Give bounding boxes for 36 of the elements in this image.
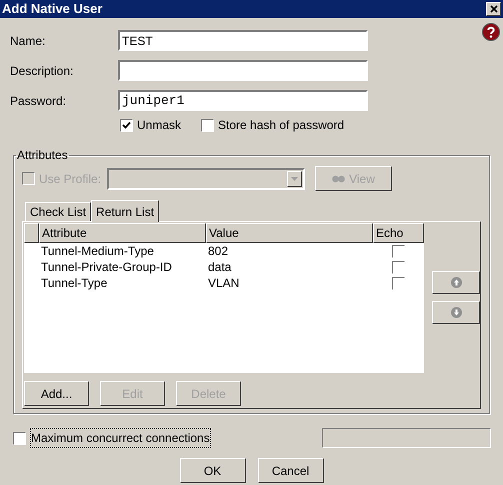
input-field[interactable] — [118, 60, 368, 81]
input-field[interactable]: TEST — [118, 30, 368, 51]
group-title: Attributes — [16, 147, 69, 164]
close-button[interactable] — [486, 2, 501, 16]
glasses-icon — [332, 174, 346, 183]
tab[interactable]: Check List — [25, 202, 92, 221]
help-icon[interactable] — [482, 23, 500, 41]
field-label: Name: — [10, 32, 46, 50]
input-field[interactable] — [322, 428, 491, 448]
field-label: Password: — [10, 92, 68, 110]
table-cell-text: Tunnel-Private-Group-ID — [40, 259, 173, 276]
window-title: Add Native User — [2, 0, 102, 18]
table-cell-text: data — [207, 259, 232, 276]
column-header[interactable]: Value — [206, 223, 373, 243]
table-cell-text: 802 — [207, 243, 230, 260]
action-button[interactable]: Add... — [24, 381, 89, 406]
table-cell-text: Tunnel-Type — [40, 275, 108, 292]
checkbox-label: Store hash of password — [218, 117, 344, 134]
dialog-button[interactable]: Cancel — [258, 458, 324, 483]
checkbox[interactable] — [201, 118, 214, 132]
checkbox-label: Unmask — [137, 117, 182, 134]
column-header[interactable]: Echo — [373, 223, 424, 243]
up-arrow-icon — [450, 277, 462, 288]
dialog-button[interactable]: OK — [180, 458, 246, 483]
down-arrow-icon — [450, 307, 462, 318]
tab[interactable]: Return List — [91, 200, 160, 222]
profile-dropdown[interactable] — [107, 168, 305, 190]
field-label: Description: — [10, 62, 74, 80]
column-header[interactable]: Attribute — [39, 223, 206, 243]
checkbox[interactable] — [120, 118, 133, 132]
table-cell-text: VLAN — [207, 275, 240, 292]
close-icon — [490, 5, 498, 13]
checkbox-label: Maximum concurrect connections — [30, 428, 211, 448]
input-field[interactable]: juniper1 — [118, 90, 368, 111]
checkbox[interactable] — [13, 432, 26, 444]
table-cell-text: Tunnel-Medium-Type — [40, 243, 155, 260]
